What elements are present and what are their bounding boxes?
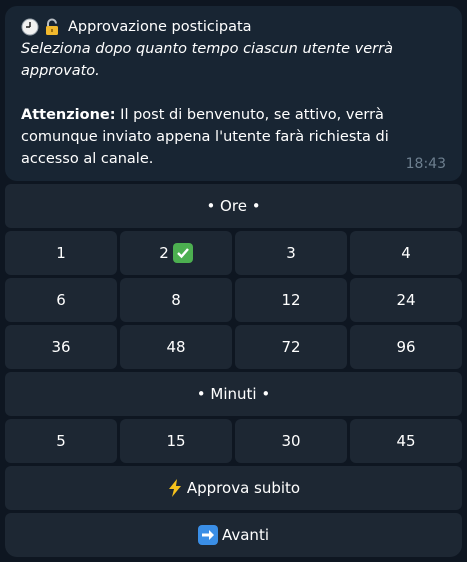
- keyboard-row: 36 48 72 96: [5, 325, 462, 369]
- message-time: 18:43: [405, 156, 446, 172]
- keyboard-row: • Minuti •: [5, 372, 462, 416]
- message-title-line: Approvazione posticipata: [21, 16, 446, 38]
- hour-button-96[interactable]: 96: [350, 325, 462, 369]
- keyboard-row: Avanti: [5, 513, 462, 557]
- hour-button-8[interactable]: 8: [120, 278, 232, 322]
- hours-header-button[interactable]: • Ore •: [5, 184, 462, 228]
- keyboard-row: 5 15 30 45: [5, 419, 462, 463]
- keyboard-row: 6 8 12 24: [5, 278, 462, 322]
- minute-button-15[interactable]: 15: [120, 419, 232, 463]
- keyboard-row: • Ore •: [5, 184, 462, 228]
- hour-button-1[interactable]: 1: [5, 231, 117, 275]
- bolt-icon: [167, 479, 183, 497]
- next-label: Avanti: [221, 526, 269, 544]
- hour-button-6[interactable]: 6: [5, 278, 117, 322]
- inline-keyboard: • Ore • 1 2 3 4 6 8 12 24 36 48 72 96 • …: [5, 184, 462, 560]
- hour-button-36[interactable]: 36: [5, 325, 117, 369]
- hour-label: 1: [56, 244, 66, 262]
- arrow-right-icon: [197, 525, 218, 545]
- message-warning: Attenzione: Il post di benvenuto, se att…: [21, 104, 446, 170]
- hour-label: 3: [286, 244, 296, 262]
- lock-icon: [46, 18, 58, 35]
- hour-button-24[interactable]: 24: [350, 278, 462, 322]
- approve-now-label: Approva subito: [186, 479, 301, 497]
- keyboard-row: 1 2 3 4: [5, 231, 462, 275]
- minute-button-5[interactable]: 5: [5, 419, 117, 463]
- approve-now-button[interactable]: Approva subito: [5, 466, 462, 510]
- clock-icon: [21, 18, 39, 36]
- message-title: Approvazione posticipata: [68, 19, 252, 35]
- hour-label: 4: [401, 244, 411, 262]
- minute-button-30[interactable]: 30: [235, 419, 347, 463]
- hour-button-3[interactable]: 3: [235, 231, 347, 275]
- hour-button-48[interactable]: 48: [120, 325, 232, 369]
- check-icon: [172, 243, 193, 263]
- minute-button-45[interactable]: 45: [350, 419, 462, 463]
- hour-button-72[interactable]: 72: [235, 325, 347, 369]
- minutes-header-button[interactable]: • Minuti •: [5, 372, 462, 416]
- hour-button-12[interactable]: 12: [235, 278, 347, 322]
- keyboard-row: Approva subito: [5, 466, 462, 510]
- hour-button-2[interactable]: 2: [120, 231, 232, 275]
- warning-label: Attenzione:: [21, 107, 116, 123]
- hour-button-4[interactable]: 4: [350, 231, 462, 275]
- message-subtitle: Seleziona dopo quanto tempo ciascun uten…: [21, 41, 393, 79]
- next-button[interactable]: Avanti: [5, 513, 462, 557]
- hour-label: 2: [159, 244, 169, 262]
- message-bubble: Approvazione posticipata Seleziona dopo …: [5, 6, 462, 181]
